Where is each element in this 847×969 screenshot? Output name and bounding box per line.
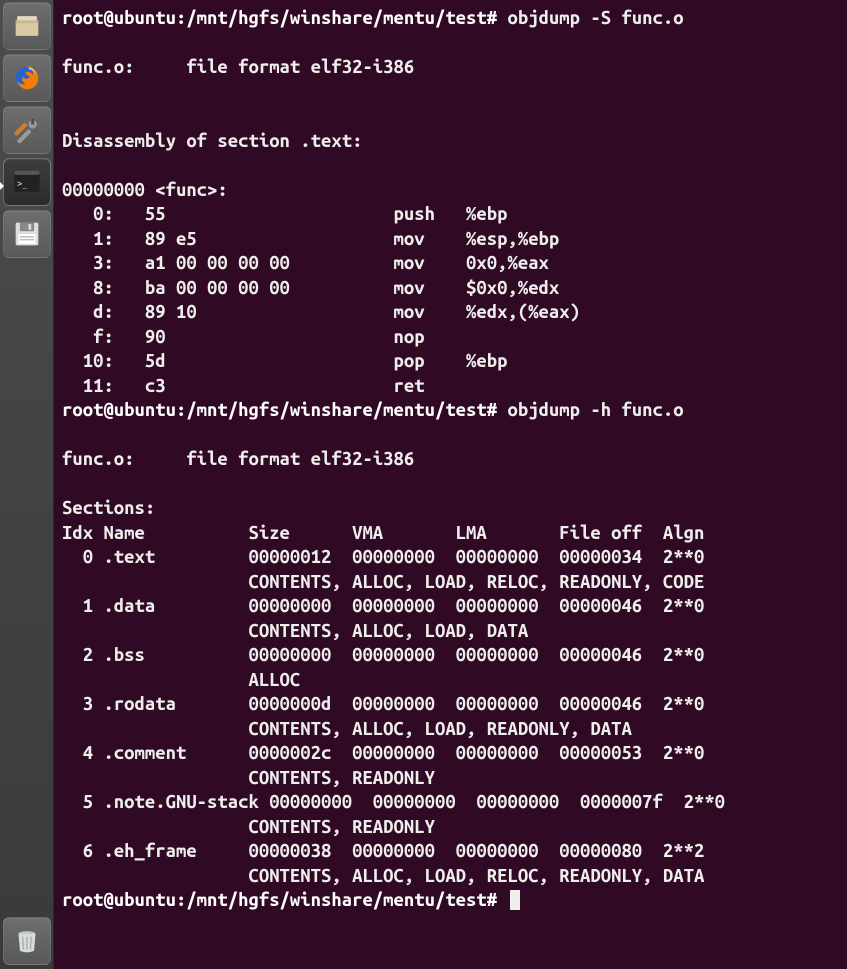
terminal-icon: >_ (10, 165, 44, 199)
files-launcher[interactable] (3, 2, 51, 50)
section-flags: ALLOC (62, 670, 300, 690)
wrench-screwdriver-icon (10, 113, 44, 147)
section-row: 1 .data 00000000 00000000 00000000 00000… (62, 596, 704, 616)
file-info: func.o: file format elf32-i386 (62, 57, 414, 77)
command-text: objdump -S func.o (497, 8, 683, 28)
svg-text:>_: >_ (17, 179, 28, 189)
section-row: 4 .comment 0000002c 00000000 00000000 00… (62, 743, 704, 763)
trash-icon (10, 924, 44, 958)
disasm-line: 11: c3 ret (62, 376, 466, 396)
func-label: 00000000 <func>: (62, 180, 228, 200)
prompt: root@ubuntu:/mnt/hgfs/winshare/mentu/tes… (62, 890, 497, 910)
section-flags: CONTENTS, ALLOC, LOAD, RELOC, READONLY, … (62, 866, 704, 886)
section-flags: CONTENTS, ALLOC, LOAD, RELOC, READONLY, … (62, 572, 704, 592)
section-columns: Idx Name Size VMA LMA File off Algn (62, 523, 704, 543)
section-row: 5 .note.GNU-stack 00000000 00000000 0000… (62, 792, 725, 812)
disasm-header: Disassembly of section .text: (62, 131, 362, 151)
command-text: objdump -h func.o (497, 400, 683, 420)
section-row: 0 .text 00000012 00000000 00000000 00000… (62, 547, 704, 567)
section-flags: CONTENTS, ALLOC, LOAD, READONLY, DATA (62, 719, 632, 739)
terminal-output[interactable]: root@ubuntu:/mnt/hgfs/winshare/mentu/tes… (54, 0, 847, 969)
cursor (510, 890, 520, 910)
section-row: 2 .bss 00000000 00000000 00000000 000000… (62, 645, 704, 665)
prompt: root@ubuntu:/mnt/hgfs/winshare/mentu/tes… (62, 8, 497, 28)
section-flags: CONTENTS, ALLOC, LOAD, DATA (62, 621, 528, 641)
prompt: root@ubuntu:/mnt/hgfs/winshare/mentu/tes… (62, 400, 497, 420)
section-row: 3 .rodata 0000000d 00000000 00000000 000… (62, 694, 704, 714)
disasm-line: 10: 5d pop %ebp (62, 351, 507, 371)
disasm-line: 3: a1 00 00 00 00 mov 0x0,%eax (62, 253, 549, 273)
firefox-icon (10, 61, 44, 95)
trash-launcher[interactable] (3, 917, 51, 965)
floppy-icon (10, 217, 44, 251)
disasm-line: f: 90 nop (62, 327, 425, 347)
disasm-line: d: 89 10 mov %edx,(%eax) (62, 302, 580, 322)
settings-launcher[interactable] (3, 106, 51, 154)
files-icon (10, 9, 44, 43)
file-info: func.o: file format elf32-i386 (62, 449, 414, 469)
disasm-line: 1: 89 e5 mov %esp,%ebp (62, 229, 559, 249)
terminal-launcher[interactable]: >_ (3, 158, 51, 206)
section-flags: CONTENTS, READONLY (62, 768, 435, 788)
command-text (497, 890, 507, 910)
disasm-line: 0: 55 push %ebp (62, 204, 507, 224)
firefox-launcher[interactable] (3, 54, 51, 102)
sections-header: Sections: (62, 498, 155, 518)
section-row: 6 .eh_frame 00000038 00000000 00000000 0… (62, 841, 704, 861)
save-launcher[interactable] (3, 210, 51, 258)
disasm-line: 8: ba 00 00 00 00 mov $0x0,%edx (62, 278, 559, 298)
launcher-bar: >_ (0, 0, 54, 969)
section-flags: CONTENTS, READONLY (62, 817, 435, 837)
